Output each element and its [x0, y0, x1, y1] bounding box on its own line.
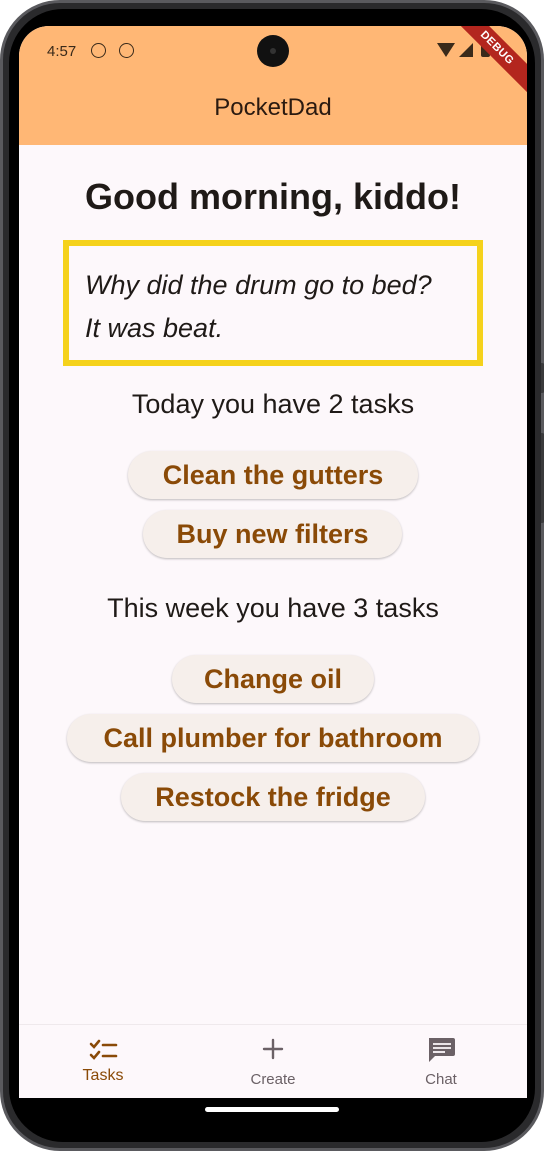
app-bar: 4:57 DEBUG PocketDad — [19, 26, 527, 145]
nav-item-chat[interactable]: Chat — [381, 1025, 501, 1098]
joke-card: Why did the drum go to bed? It was beat. — [63, 240, 483, 366]
wifi-icon — [437, 43, 455, 57]
week-heading: This week you have 3 tasks — [107, 593, 439, 623]
nav-label-chat: Chat — [425, 1071, 457, 1088]
task-button-clean-gutters[interactable]: Clean the gutters — [128, 451, 418, 499]
gesture-handle[interactable] — [205, 1107, 339, 1112]
nav-label-tasks: Tasks — [82, 1067, 124, 1084]
status-time: 4:57 — [47, 43, 77, 60]
checklist-icon — [89, 1039, 118, 1060]
signal-icon — [459, 43, 473, 57]
app-screen: 4:57 DEBUG PocketDad Good morning, kiddo… — [19, 26, 527, 1098]
nav-item-create[interactable]: Create — [213, 1025, 333, 1098]
task-button-restock-fridge[interactable]: Restock the fridge — [121, 773, 425, 821]
task-button-call-plumber[interactable]: Call plumber for bathroom — [67, 714, 479, 762]
page-title: PocketDad — [214, 94, 332, 121]
greeting-heading: Good morning, kiddo! — [85, 176, 461, 217]
today-heading: Today you have 2 tasks — [131, 389, 415, 419]
notification-icon — [119, 43, 134, 58]
task-button-buy-filters[interactable]: Buy new filters — [143, 510, 402, 558]
bottom-navigation: Tasks Create Chat — [19, 1024, 527, 1098]
chat-bubble-icon — [429, 1038, 455, 1062]
joke-question: Why did the drum go to bed? — [85, 270, 432, 300]
plus-icon — [262, 1038, 284, 1060]
nav-label-create: Create — [250, 1071, 296, 1088]
status-bar: 4:57 — [19, 26, 527, 76]
front-camera — [257, 35, 289, 67]
phone-frame: 4:57 DEBUG PocketDad Good morning, kiddo… — [0, 0, 544, 1151]
nav-item-tasks[interactable]: Tasks — [43, 1025, 163, 1098]
task-button-change-oil[interactable]: Change oil — [172, 655, 374, 703]
info-icon — [91, 43, 106, 58]
joke-punchline: It was beat. — [85, 313, 224, 343]
